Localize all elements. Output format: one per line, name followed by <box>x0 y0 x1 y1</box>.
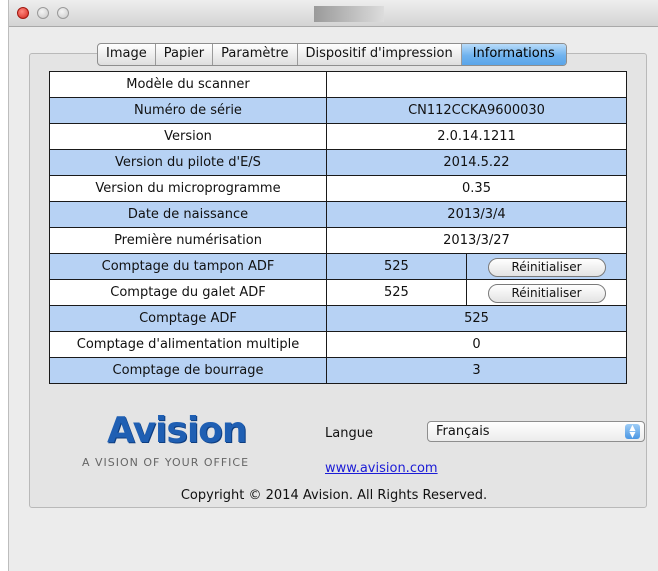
table-row: Comptage ADF 525 <box>49 305 627 332</box>
table-row: Date de naissance 2013/3/4 <box>49 201 627 228</box>
language-selected-value: Français <box>436 424 490 439</box>
tab-paper[interactable]: Papier <box>156 44 214 65</box>
row-value: 2014.5.22 <box>326 149 627 176</box>
row-label: Version <box>49 123 327 150</box>
row-value: 3 <box>326 357 627 384</box>
title-bar <box>9 0 658 27</box>
reset-roller-count-button[interactable]: Réinitialiser <box>487 284 606 303</box>
row-value: 2.0.14.1211 <box>326 123 627 150</box>
row-label: Comptage d'alimentation multiple <box>49 331 327 358</box>
table-row: Comptage de bourrage 3 <box>49 357 627 384</box>
table-row: Modèle du scanner <box>49 71 627 98</box>
row-value: 2013/3/4 <box>326 201 627 228</box>
tab-bar: Image Papier Paramètre Dispositif d'impr… <box>97 43 567 66</box>
row-value: 2013/3/27 <box>326 227 627 254</box>
tab-settings[interactable]: Paramètre <box>213 44 298 65</box>
avision-logo: Avision <box>107 410 248 451</box>
table-row: Version 2.0.14.1211 <box>49 123 627 150</box>
language-select[interactable]: Français ▲ ▼ <box>427 421 645 442</box>
reset-pad-count-button[interactable]: Réinitialiser <box>487 258 606 277</box>
table-row: Version du microprogramme 0.35 <box>49 175 627 202</box>
copyright-text: Copyright © 2014 Avision. All Rights Res… <box>180 488 488 503</box>
tab-information[interactable]: Informations <box>461 44 566 65</box>
updown-arrows-icon: ▲ ▼ <box>625 424 640 439</box>
row-value: 0.35 <box>326 175 627 202</box>
window-title-redacted <box>314 6 384 22</box>
row-label: Modèle du scanner <box>49 71 327 98</box>
row-label: Comptage ADF <box>49 305 327 332</box>
row-value: 525 <box>326 253 467 280</box>
table-row: Numéro de série CN112CCKA9600030 <box>49 97 627 124</box>
zoom-window-button[interactable] <box>57 7 69 19</box>
tab-imprinter[interactable]: Dispositif d'impression <box>298 44 462 65</box>
app-window: Image Papier Paramètre Dispositif d'impr… <box>8 0 658 571</box>
logo-tagline: A VISION OF YOUR OFFICE <box>82 456 250 469</box>
row-label: Comptage du galet ADF <box>49 279 327 306</box>
row-label: Date de naissance <box>49 201 327 228</box>
close-window-button[interactable] <box>17 7 29 19</box>
row-label: Numéro de série <box>49 97 327 124</box>
info-table: Modèle du scanner Numéro de série CN112C… <box>49 71 627 384</box>
row-value: 0 <box>326 331 627 358</box>
row-label: Première numérisation <box>49 227 327 254</box>
row-label: Comptage du tampon ADF <box>49 253 327 280</box>
language-label: Langue <box>325 426 373 441</box>
row-value: CN112CCKA9600030 <box>326 97 627 124</box>
row-action: Réinitialiser <box>466 253 627 280</box>
row-action: Réinitialiser <box>466 279 627 306</box>
row-value: 525 <box>326 279 467 306</box>
row-label: Version du pilote d'E/S <box>49 149 327 176</box>
minimize-window-button[interactable] <box>37 7 49 19</box>
tab-image[interactable]: Image <box>98 44 156 65</box>
table-row: Comptage du galet ADF 525 Réinitialiser <box>49 279 627 306</box>
row-value <box>326 71 627 98</box>
table-row: Comptage d'alimentation multiple 0 <box>49 331 627 358</box>
website-link[interactable]: www.avision.com <box>325 461 438 476</box>
row-label: Version du microprogramme <box>49 175 327 202</box>
table-row: Première numérisation 2013/3/27 <box>49 227 627 254</box>
row-value: 525 <box>326 305 627 332</box>
row-label: Comptage de bourrage <box>49 357 327 384</box>
table-row: Version du pilote d'E/S 2014.5.22 <box>49 149 627 176</box>
table-row: Comptage du tampon ADF 525 Réinitialiser <box>49 253 627 280</box>
